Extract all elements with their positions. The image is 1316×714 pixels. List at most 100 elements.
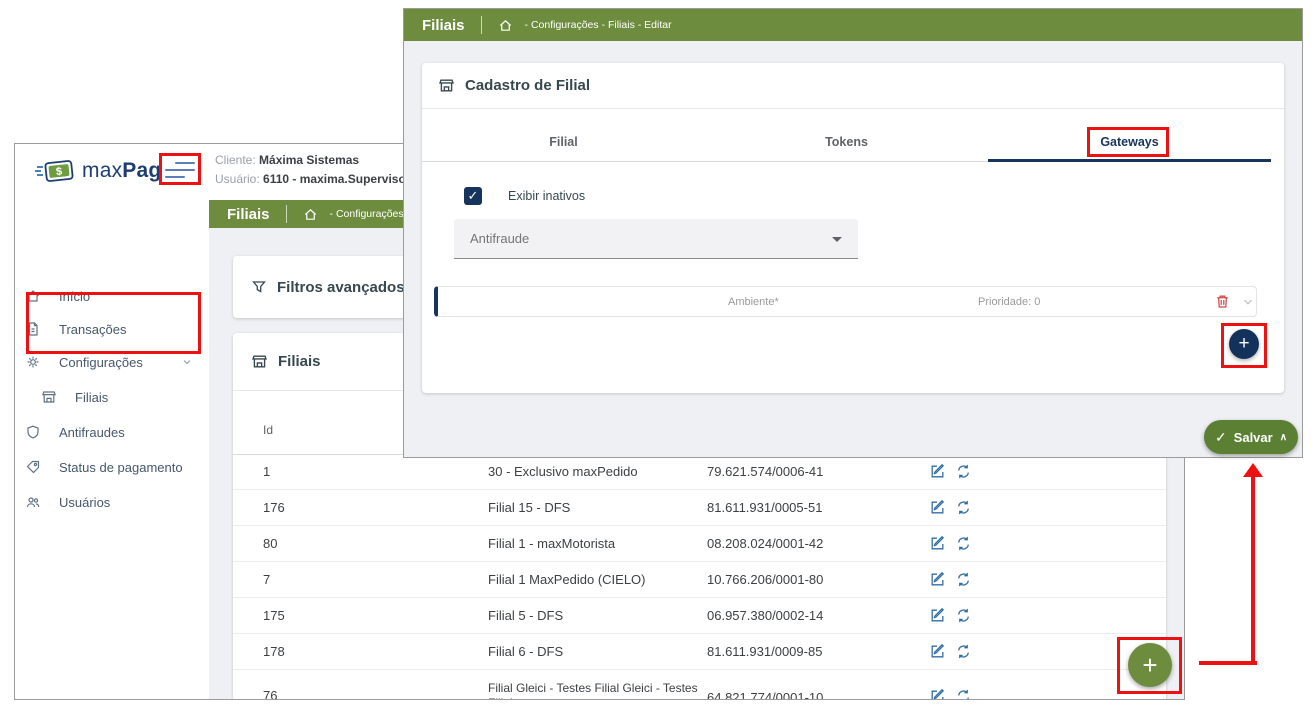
table-row: 7 Filial 1 MaxPedido (CIELO) 10.766.206/…: [233, 562, 1166, 598]
exibir-inativos-label: Exibir inativos: [508, 189, 585, 203]
filiais-card-title: Filiais: [278, 353, 321, 370]
table-row: 80 Filial 1 - maxMotorista 08.208.024/00…: [233, 526, 1166, 562]
sync-icon[interactable]: [955, 607, 972, 624]
edit-icon[interactable]: [929, 688, 946, 699]
cell-cnpj: 08.208.024/0001-42: [707, 536, 823, 551]
shield-icon: [25, 424, 41, 440]
sidebar-item-filiais[interactable]: Filiais: [41, 385, 201, 409]
filters-card-title: Filtros avançados: [277, 279, 405, 296]
user-label: Usuário:: [215, 172, 260, 186]
cell-id: 7: [263, 572, 270, 587]
sidebar-item-antifraudes[interactable]: Antifraudes: [25, 420, 201, 444]
sidebar: Início Transações Configurações Filiais …: [15, 200, 209, 699]
table-row: 176 Filial 15 - DFS 81.611.931/0005-51: [233, 490, 1166, 526]
edit-icon[interactable]: [929, 643, 946, 660]
chevron-down-icon: [181, 356, 193, 368]
cell-id: 1: [263, 464, 270, 479]
cell-cnpj: 81.611.931/0009-85: [707, 644, 822, 659]
tab-gateways[interactable]: Gateways: [988, 123, 1271, 161]
tab-filial[interactable]: Filial: [422, 123, 705, 161]
users-icon: [25, 494, 41, 510]
breadcrumb: - Configurações -: [330, 208, 411, 220]
sidebar-item-label: Antifraudes: [59, 425, 125, 440]
modal-title: Filiais: [404, 17, 465, 34]
cell-nome: Filial 6 - DFS: [488, 644, 703, 659]
dropdown-arrow-icon: [832, 237, 842, 242]
check-icon: ✓: [1215, 429, 1227, 446]
sync-icon[interactable]: [955, 571, 972, 588]
cell-id: 178: [263, 644, 285, 659]
sync-icon[interactable]: [955, 688, 972, 699]
cell-nome: Filial 1 MaxPedido (CIELO): [488, 572, 703, 587]
cell-cnpj: 10.766.206/0001-80: [707, 572, 823, 587]
add-gateway-button[interactable]: +: [1229, 329, 1259, 359]
modal-header-bar: Filiais - Configurações - Filiais - Edit…: [404, 9, 1302, 41]
sidebar-item-label: Usuários: [59, 495, 110, 510]
gateway-prioridade-label: Prioridade: 0: [978, 296, 1040, 308]
cell-cnpj: 64.821.774/0001-10: [707, 690, 823, 699]
edit-icon[interactable]: [929, 607, 946, 624]
sync-icon[interactable]: [955, 643, 972, 660]
annotation-arrow-horizontal: [1199, 661, 1257, 665]
antifraude-select[interactable]: Antifraude: [454, 219, 858, 259]
home-icon[interactable]: [498, 18, 513, 33]
edit-icon[interactable]: [929, 499, 946, 516]
cell-id: 175: [263, 608, 285, 623]
exibir-inativos-row: ✓ Exibir inativos: [464, 187, 585, 205]
home-icon[interactable]: [303, 207, 318, 222]
trash-icon[interactable]: [1214, 293, 1231, 310]
add-filial-fab[interactable]: +: [1128, 643, 1172, 687]
divider: [286, 205, 287, 223]
cell-nome: Filial 15 - DFS: [488, 500, 703, 515]
home-icon: [25, 288, 41, 304]
document-dollar-icon: [25, 321, 41, 337]
plus-icon: +: [1238, 333, 1249, 355]
table-row: 175 Filial 5 - DFS 06.957.380/0002-14: [233, 598, 1166, 634]
gateway-ambiente-label: Ambiente*: [728, 296, 779, 308]
edit-icon[interactable]: [929, 463, 946, 480]
page-title: Filiais: [209, 206, 270, 223]
tab-tokens[interactable]: Tokens: [705, 123, 988, 161]
cell-nome: Filial 5 - DFS: [488, 608, 703, 623]
sidebar-item-inicio[interactable]: Início: [25, 284, 201, 308]
store-icon: [41, 389, 57, 405]
cadastro-filial-card: Cadastro de Filial Filial Tokens Gateway…: [422, 63, 1284, 393]
chevron-up-icon: ∧: [1280, 432, 1287, 443]
sync-icon[interactable]: [955, 535, 972, 552]
sync-icon[interactable]: [955, 499, 972, 516]
maxpag-logo-icon: $: [35, 157, 75, 185]
annotation-arrow-vertical: [1251, 476, 1255, 665]
menu-toggle-icon[interactable]: [165, 162, 195, 182]
table-row: 1 30 - Exclusivo maxPedido 79.621.574/00…: [233, 454, 1166, 490]
edit-icon[interactable]: [929, 535, 946, 552]
edit-filial-window: Filiais - Configurações - Filiais - Edit…: [403, 8, 1303, 458]
sidebar-item-label: Início: [59, 289, 90, 304]
filter-icon: [251, 279, 267, 295]
cadastro-card-title: Cadastro de Filial: [465, 77, 590, 94]
exibir-inativos-checkbox[interactable]: ✓: [464, 187, 482, 205]
maxpag-logo-text: maxPag: [82, 159, 161, 183]
table-row: 76 Filial Gleici - Testes Filial Gleici …: [233, 670, 1166, 699]
edit-icon[interactable]: [929, 571, 946, 588]
gateway-item-row: Ambiente* Prioridade: 0: [434, 286, 1257, 317]
store-icon: [438, 77, 455, 94]
cell-cnpj: 79.621.574/0006-41: [707, 464, 823, 479]
gear-icon: [25, 354, 41, 370]
sidebar-item-label: Configurações: [59, 355, 143, 370]
divider: [481, 16, 482, 34]
table-row: 178 Filial 6 - DFS 81.611.931/0009-85: [233, 634, 1166, 670]
chevron-down-icon[interactable]: [1241, 295, 1255, 309]
modal-breadcrumb: - Configurações - Filiais - Editar: [525, 19, 672, 31]
sidebar-item-status-pagamento[interactable]: Status de pagamento: [25, 455, 201, 479]
sidebar-item-transacoes[interactable]: Transações: [25, 317, 201, 341]
sidebar-item-configuracoes[interactable]: Configurações: [25, 350, 201, 374]
cell-id: 76: [263, 688, 277, 699]
save-button[interactable]: ✓ Salvar ∧: [1204, 420, 1298, 454]
plus-icon: +: [1142, 650, 1157, 681]
save-button-label: Salvar: [1234, 430, 1273, 445]
cell-id: 80: [263, 536, 277, 551]
sidebar-item-usuarios[interactable]: Usuários: [25, 490, 201, 514]
cell-nome: Filial Gleici - Testes Filial Gleici - T…: [488, 681, 703, 699]
cell-cnpj: 06.957.380/0002-14: [707, 608, 823, 623]
sync-icon[interactable]: [955, 463, 972, 480]
